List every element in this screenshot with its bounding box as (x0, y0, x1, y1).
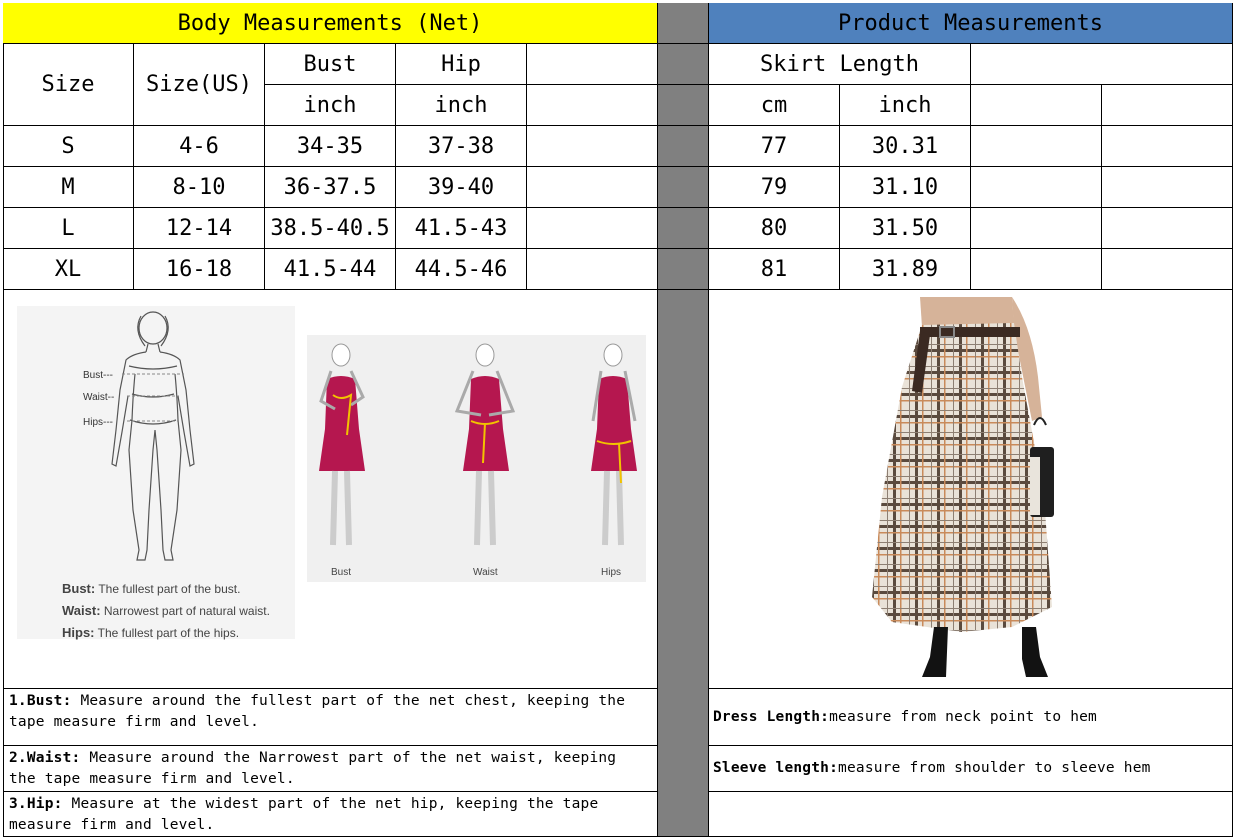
divider-column (658, 290, 709, 837)
empty-cell (971, 85, 1102, 126)
sketch-label-hips: Hips--- (83, 417, 113, 428)
note-text: Measure at the widest part of the net hi… (9, 796, 599, 833)
empty-cell (971, 126, 1102, 167)
product-measurements-title: Product Measurements (709, 3, 1233, 44)
note-bust: 1.Bust: Measure around the fullest part … (3, 689, 658, 746)
body-sketch-illustration: Bust--- Waist-- Hips--- Bust: The fulles… (17, 306, 295, 640)
inch-unit: inch (840, 85, 971, 126)
legend-row: Waist: Narrowest part of natural waist. (62, 600, 292, 622)
legend-term: Hips: (62, 625, 95, 640)
note-dress-length: Dress Length: measure from neck point to… (709, 689, 1233, 746)
sketch-label-bust: Bust--- (83, 370, 113, 381)
note-term: Dress Length: (713, 708, 830, 725)
figure-caption-hips: Hips (601, 567, 621, 578)
empty-cell (971, 249, 1102, 290)
bust-cell: 34-35 (265, 126, 396, 167)
dress-figures-icon: Bust Waist Hips (319, 343, 637, 578)
divider-cell (658, 167, 709, 208)
body-measurements-title: Body Measurements (Net) (3, 3, 658, 44)
hip-header: Hip (396, 44, 527, 85)
divider-cell (658, 249, 709, 290)
plaid-skirt-photo (862, 297, 1072, 682)
note-term: 2.Waist: (9, 750, 81, 766)
cm-cell: 77 (709, 126, 840, 167)
note-term: Sleeve length: (713, 760, 839, 776)
empty-cell (527, 167, 658, 208)
size-us-header: Size(US) (134, 44, 265, 126)
note-text: Measure around the Narrowest part of the… (9, 750, 617, 787)
empty-cell (1102, 249, 1233, 290)
us-size-cell: 4-6 (134, 126, 265, 167)
bust-unit: inch (265, 85, 396, 126)
divider-cell (658, 208, 709, 249)
divider-cell (658, 85, 709, 126)
empty-cell (1102, 208, 1233, 249)
cm-cell: 79 (709, 167, 840, 208)
legend-row: Bust: The fullest part of the bust. (62, 578, 292, 600)
hip-cell: 37-38 (396, 126, 527, 167)
legend-term: Bust: (62, 581, 96, 596)
note-term: 3.Hip: (9, 796, 63, 812)
empty-cell (527, 126, 658, 167)
dress-figures-illustration: Bust Waist Hips (307, 335, 646, 582)
hip-cell: 41.5-43 (396, 208, 527, 249)
legend-row: Hips: The fullest part of the hips. (62, 622, 292, 644)
bust-cell: 41.5-44 (265, 249, 396, 290)
empty-cell (527, 85, 658, 126)
divider-cell (658, 44, 709, 85)
skirt-length-header: Skirt Length (709, 44, 971, 85)
inch-cell: 31.50 (840, 208, 971, 249)
bust-cell: 38.5-40.5 (265, 208, 396, 249)
us-size-cell: 16-18 (134, 249, 265, 290)
empty-note (709, 792, 1233, 837)
sketch-label-waist: Waist-- (83, 392, 114, 403)
hip-unit: inch (396, 85, 527, 126)
empty-cell (1102, 167, 1233, 208)
divider-cell (658, 3, 709, 44)
sketch-legend: Bust: The fullest part of the bust. Wais… (62, 578, 292, 644)
note-sleeve-length: Sleeve length: measure from shoulder to … (709, 746, 1233, 792)
figure-caption-waist: Waist (473, 567, 498, 578)
note-hip: 3.Hip: Measure at the widest part of the… (3, 792, 658, 837)
plaid-skirt-icon (872, 297, 1054, 677)
empty-cell (527, 208, 658, 249)
note-waist: 2.Waist: Measure around the Narrowest pa… (3, 746, 658, 792)
size-cell: S (3, 126, 134, 167)
size-header: Size (3, 44, 134, 126)
note-text: Measure around the fullest part of the n… (9, 693, 626, 730)
cm-unit: cm (709, 85, 840, 126)
legend-desc: Narrowest part of natural waist. (103, 604, 270, 618)
hip-cell: 39-40 (396, 167, 527, 208)
empty-cell (971, 167, 1102, 208)
bust-header: Bust (265, 44, 396, 85)
inch-cell: 31.10 (840, 167, 971, 208)
legend-term: Waist: (62, 603, 101, 618)
empty-cell (1102, 126, 1233, 167)
empty-cell (527, 44, 658, 85)
empty-cell (1102, 85, 1233, 126)
bust-cell: 36-37.5 (265, 167, 396, 208)
size-cell: L (3, 208, 134, 249)
empty-cell (971, 208, 1102, 249)
note-text: measure from neck point to hem (829, 708, 1097, 725)
size-cell: XL (3, 249, 134, 290)
inch-cell: 30.31 (840, 126, 971, 167)
empty-cell (971, 44, 1233, 85)
empty-cell (527, 249, 658, 290)
hip-cell: 44.5-46 (396, 249, 527, 290)
inch-cell: 31.89 (840, 249, 971, 290)
cm-cell: 81 (709, 249, 840, 290)
divider-cell (658, 126, 709, 167)
legend-desc: The fullest part of the bust. (98, 582, 241, 596)
us-size-cell: 8-10 (134, 167, 265, 208)
legend-desc: The fullest part of the hips. (97, 626, 240, 640)
us-size-cell: 12-14 (134, 208, 265, 249)
note-term: 1.Bust: (9, 693, 72, 709)
cm-cell: 80 (709, 208, 840, 249)
size-cell: M (3, 167, 134, 208)
figure-caption-bust: Bust (331, 567, 351, 578)
note-text: measure from shoulder to sleeve hem (838, 760, 1151, 776)
